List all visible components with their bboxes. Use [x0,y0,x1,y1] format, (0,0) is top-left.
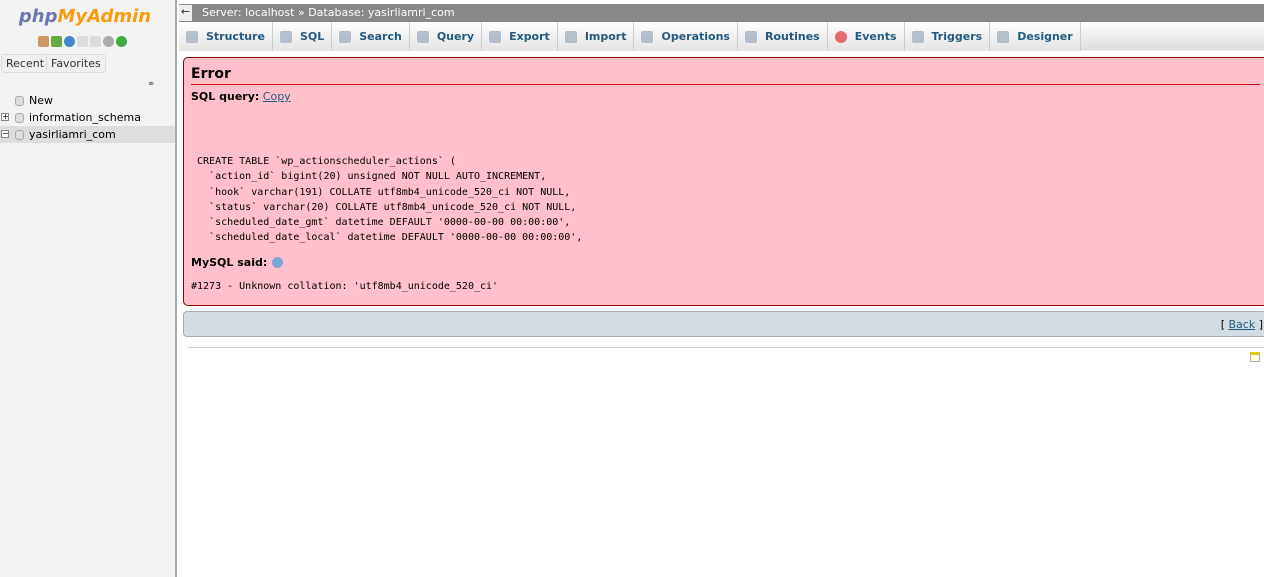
error-title: Error [191,66,1260,85]
import-icon [564,30,577,43]
mysql-said-label: MySQL said: [191,255,268,269]
tab-triggers[interactable]: Triggers [904,22,991,51]
back-bar: [ Back ] [183,311,1264,337]
clock-icon [834,30,847,43]
export-icon [489,30,502,43]
tab-search[interactable]: Search [332,22,410,51]
help-icon[interactable] [64,36,75,47]
tab-import[interactable]: Import [557,22,635,51]
tab-events[interactable]: Events [827,22,905,51]
tab-sql[interactable]: SQL [272,22,333,51]
breadcrumb: Server: localhost » Database: yasirliamr… [202,6,455,19]
tab-query[interactable]: Query [409,22,483,51]
expand-icon[interactable]: + [1,113,9,121]
divider [188,347,1264,348]
search-icon [339,30,352,43]
logout-icon[interactable] [51,36,62,47]
help-icon[interactable] [272,257,284,269]
tree-item-information-schema[interactable]: + information_schema [0,109,175,126]
gear-icon[interactable] [103,36,114,47]
reload-icon[interactable] [116,36,127,47]
home-icon[interactable] [38,36,49,47]
back-link[interactable]: Back [1228,318,1255,331]
tree-item-new[interactable]: New [0,92,175,109]
query-icon [416,30,429,43]
sql-icon [279,30,292,43]
breadcrumb-bar: ← Server: localhost » Database: yasirlia… [179,4,1264,22]
sql-query-text: CREATE TABLE `wp_actionscheduler_actions… [197,156,583,244]
sql-query-label: SQL query: [191,90,260,103]
designer-icon [997,30,1010,43]
breadcrumb-database[interactable]: Database: yasirliamri_com [308,6,454,19]
link-icon[interactable]: ⚭ [147,79,155,90]
tab-export[interactable]: Export [482,22,558,51]
recent-button[interactable]: Recent [1,54,50,73]
tab-bar: Structure SQL Search Query Export Import… [179,22,1264,51]
copy-link[interactable]: Copy [263,90,291,103]
collapse-sidebar-button[interactable]: ← [179,5,192,21]
breadcrumb-server[interactable]: Server: localhost [202,6,294,19]
tab-structure[interactable]: Structure [179,22,273,51]
database-icon [15,113,24,123]
phpmyadmin-logo[interactable]: phpMyAdmin [0,6,170,27]
favorites-button[interactable]: Favorites [46,54,106,73]
tree-item-yasirliamri-com[interactable]: − yasirliamri_com [0,126,175,143]
docs2-icon[interactable] [90,36,101,47]
navigation-sidebar: phpMyAdmin Recent Favorites ⚭ New + infor… [0,0,177,577]
tab-designer[interactable]: Designer [990,22,1081,51]
wrench-icon [641,30,654,43]
collapse-icon[interactable]: − [1,130,9,138]
error-message: #1273 - Unknown collation: 'utf8mb4_unic… [191,280,499,292]
triggers-icon [911,30,924,43]
tab-operations[interactable]: Operations [634,22,738,51]
error-box: Error SQL query: Copy CREATE TABLE `wp_a… [183,57,1264,306]
structure-icon [186,30,198,43]
docs-icon[interactable] [77,36,88,47]
database-new-icon [15,96,24,106]
nav-icons [38,36,127,47]
database-icon [15,130,24,140]
console-icon[interactable] [1250,352,1260,362]
tab-routines[interactable]: Routines [737,22,828,51]
routines-icon [744,30,757,43]
